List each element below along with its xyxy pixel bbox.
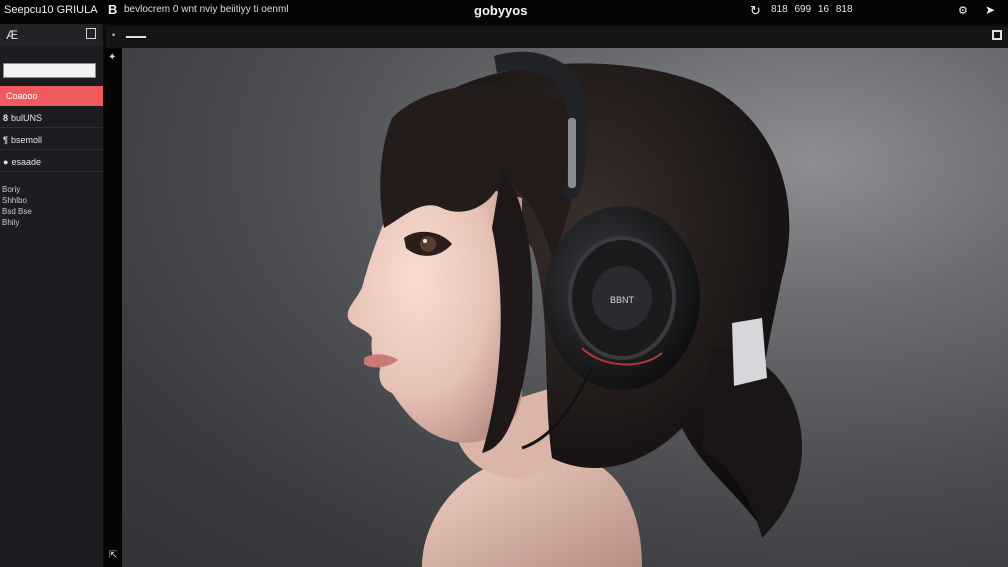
eye-highlight <box>423 239 427 243</box>
top-bar: Seepcu10 GRIULA B bevlocrem 0 wnt nviy b… <box>0 0 1008 24</box>
sidebar-logo-icon: Æ <box>6 28 18 42</box>
sidebar-item-label: Coaooo <box>6 91 38 101</box>
stats-readout: 818 699 16 818 <box>771 4 853 15</box>
minimize-icon[interactable] <box>126 36 146 38</box>
sidebar-header: Æ <box>0 24 103 46</box>
brand-mark-icon: B <box>108 2 118 17</box>
iris-shape <box>420 236 436 252</box>
sidebar-search-input[interactable] <box>3 63 96 78</box>
toolbar-menu-icon[interactable]: • <box>112 30 115 40</box>
refresh-icon[interactable]: ↻ <box>750 3 761 19</box>
maximize-icon[interactable] <box>992 30 1002 40</box>
meta-line: Shhlbo <box>2 196 27 205</box>
sidebar-collapse-icon[interactable] <box>86 28 96 39</box>
sidebar-item-label: esaade <box>11 157 41 167</box>
sidebar-item-1[interactable]: 8 bulUNS <box>0 108 103 128</box>
headphone-label: BBNT <box>610 295 635 305</box>
app-subtitle: bevlocrem 0 wnt nviy beiitiyy ti oenml <box>124 4 289 15</box>
sidebar-item-label: bsemoll <box>11 135 43 145</box>
share-icon[interactable]: ➤ <box>985 3 995 17</box>
sidebar-item-icon: 8 <box>3 113 9 123</box>
sidebar-item-2[interactable]: ¶ bsemoll <box>0 130 103 150</box>
pin-icon[interactable]: ✦ <box>108 52 116 63</box>
hair-tie-shape <box>732 318 767 386</box>
app-window: Seepcu10 GRIULA B bevlocrem 0 wnt nviy b… <box>0 0 1008 567</box>
meta-line: Bhiiy <box>2 218 20 227</box>
resize-corner-icon[interactable]: ⇱ <box>109 550 117 561</box>
artwork-image: BBNT <box>347 51 802 567</box>
sidebar-item-icon: ¶ <box>3 135 9 145</box>
headband-slider <box>568 118 576 188</box>
sidebar: Æ Coaooo 8 bulUNS ¶ bsemoll ● esaade Boriy … <box>0 24 103 567</box>
gear-icon[interactable]: ⚙ <box>958 4 968 17</box>
sidebar-item-label: bulUNS <box>11 113 43 123</box>
sidebar-item-3[interactable]: ● esaade <box>0 152 103 172</box>
sidebar-meta: Boriy Shhlbo Bsd Bse Bhiiy <box>2 184 32 228</box>
meta-line: Bsd Bse <box>2 207 32 216</box>
meta-line: Boriy <box>2 185 21 194</box>
sidebar-item-0[interactable]: Coaooo <box>0 86 103 106</box>
page-title: gobyyos <box>474 3 528 18</box>
image-viewer: BBNT <box>122 48 1008 567</box>
tool-strip: ✦ ⇱ <box>104 48 122 567</box>
sidebar-item-icon: ● <box>3 157 9 167</box>
viewer-toolbar: • <box>106 26 1008 48</box>
app-brand[interactable]: Seepcu10 GRIULA <box>4 4 98 16</box>
